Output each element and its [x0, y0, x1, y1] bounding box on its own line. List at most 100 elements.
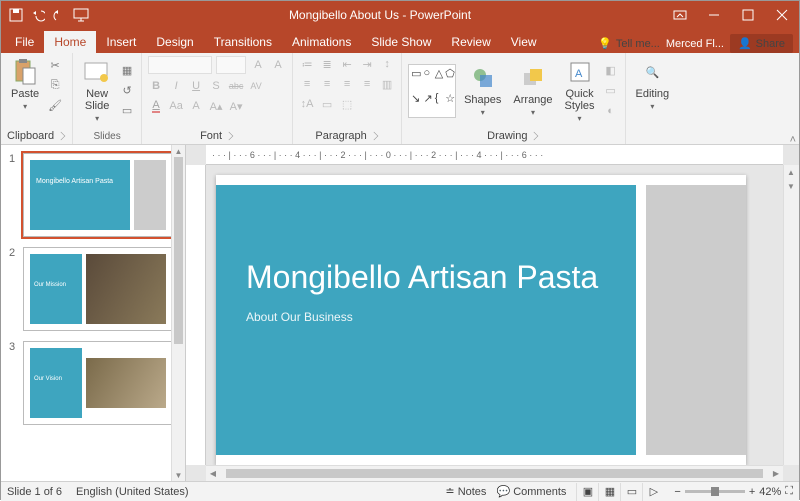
language-status[interactable]: English (United States): [76, 486, 189, 498]
fit-to-window-icon[interactable]: ⛶: [785, 485, 793, 498]
undo-icon[interactable]: [31, 8, 45, 22]
slideshow-view-icon[interactable]: ▷: [642, 483, 664, 501]
tab-design[interactable]: Design: [146, 31, 203, 53]
dialog-launcher-icon[interactable]: [57, 132, 65, 140]
bullets-icon: ≔: [299, 56, 315, 72]
scroll-left-icon[interactable]: ◀: [206, 466, 220, 480]
view-buttons: ▣ ▦ ▭ ▷: [576, 483, 664, 501]
clipboard-icon: [11, 58, 39, 86]
dialog-launcher-icon[interactable]: [530, 132, 538, 140]
format-painter-icon[interactable]: 🖌: [47, 97, 63, 113]
shapes-gallery[interactable]: ▭○△⬠↘↗{☆: [408, 64, 456, 118]
normal-view-icon[interactable]: ▣: [576, 483, 598, 501]
quick-access-toolbar: [1, 8, 97, 22]
tab-transitions[interactable]: Transitions: [204, 31, 282, 53]
zoom-level[interactable]: 42%: [759, 486, 781, 498]
save-icon[interactable]: [9, 8, 23, 22]
section-icon[interactable]: ▭: [119, 103, 135, 119]
smartart-icon: ⬚: [339, 96, 355, 112]
justify-icon: ≡: [359, 76, 375, 92]
change-case-icon: Aa: [168, 98, 184, 114]
copy-icon[interactable]: ⎘: [47, 77, 63, 93]
status-bar: Slide 1 of 6 English (United States) ≐ N…: [1, 481, 799, 501]
account-name[interactable]: Merced Fl...: [666, 38, 724, 50]
zoom-slider[interactable]: [685, 490, 745, 493]
zoom-in-button[interactable]: +: [749, 486, 755, 498]
new-slide-icon: [83, 58, 111, 86]
align-text-icon: ▭: [319, 96, 335, 112]
reading-view-icon[interactable]: ▭: [620, 483, 642, 501]
thumbnail-scrollbar[interactable]: ▲ ▼: [171, 145, 185, 481]
shadow-button: S: [208, 78, 224, 94]
start-slideshow-icon[interactable]: [73, 8, 89, 22]
horizontal-ruler: · · · | · · · 6 · · · | · · · 4 · · · | …: [206, 145, 783, 165]
slide-canvas-area: · · · | · · · 6 · · · | · · · 4 · · · | …: [186, 145, 799, 481]
scrollbar-handle[interactable]: [174, 157, 183, 344]
ribbon-options-icon[interactable]: [663, 1, 697, 29]
minimize-icon[interactable]: [697, 1, 731, 29]
paste-button[interactable]: Paste▾: [7, 56, 43, 114]
tab-review[interactable]: Review: [441, 31, 500, 53]
reset-icon[interactable]: ↺: [119, 83, 135, 99]
scroll-up-icon[interactable]: ▲: [784, 165, 798, 179]
dialog-launcher-icon[interactable]: [225, 132, 233, 140]
align-center-icon: ≡: [319, 76, 335, 92]
lightbulb-icon: 💡: [598, 37, 612, 50]
italic-button: I: [168, 78, 184, 94]
tab-animations[interactable]: Animations: [282, 31, 361, 53]
slide-subtitle[interactable]: About Our Business: [246, 310, 606, 324]
zoom-out-button[interactable]: −: [674, 486, 680, 498]
shape-effects-icon: ◐: [603, 103, 619, 119]
layout-icon[interactable]: ▦: [119, 63, 135, 79]
line-spacing-icon: ↕: [379, 56, 395, 72]
tell-me[interactable]: 💡Tell me...: [598, 37, 660, 50]
slide-counter[interactable]: Slide 1 of 6: [7, 486, 62, 498]
tab-insert[interactable]: Insert: [96, 31, 146, 53]
group-slides: New Slide ▾ ▦ ↺ ▭ Slides: [73, 53, 142, 144]
share-button[interactable]: 👤Share: [730, 34, 793, 53]
align-left-icon: ≡: [299, 76, 315, 92]
horizontal-scrollbar[interactable]: ◀ ▶: [206, 465, 783, 481]
scroll-right-icon[interactable]: ▶: [769, 466, 783, 480]
tab-view[interactable]: View: [501, 31, 547, 53]
ribbon: Paste▾ ✂ ⎘ 🖌 Clipboard New Slide ▾ ▦ ↺ ▭…: [1, 53, 799, 145]
comments-button[interactable]: 💬 Comments: [496, 485, 566, 498]
close-icon[interactable]: [765, 1, 799, 29]
redo-icon[interactable]: [53, 9, 65, 21]
scroll-up-icon[interactable]: ▲: [172, 145, 185, 157]
scroll-down-icon[interactable]: ▼: [172, 469, 185, 481]
workspace: 1 Mongibello Artisan Pasta 2 Our Mission…: [1, 145, 799, 481]
tab-slideshow[interactable]: Slide Show: [361, 31, 441, 53]
scrollbar-handle[interactable]: [226, 469, 763, 478]
tab-home[interactable]: Home: [44, 31, 96, 53]
title-block[interactable]: Mongibello Artisan Pasta About Our Busin…: [216, 185, 636, 455]
font-size-select[interactable]: [216, 56, 246, 74]
title-bar: Mongibello About Us - PowerPoint: [1, 1, 799, 29]
thumbnail-1[interactable]: 1 Mongibello Artisan Pasta: [9, 153, 181, 237]
new-slide-button[interactable]: New Slide ▾: [79, 56, 115, 125]
sorter-view-icon[interactable]: ▦: [598, 483, 620, 501]
scroll-down-icon[interactable]: ▼: [784, 179, 798, 193]
dialog-launcher-icon[interactable]: [370, 132, 378, 140]
slide-canvas[interactable]: Mongibello Artisan Pasta About Our Busin…: [216, 175, 746, 465]
notes-button[interactable]: ≐ Notes: [445, 485, 486, 498]
window-buttons: [663, 1, 799, 29]
tab-file[interactable]: File: [5, 31, 44, 53]
group-font: A A B I U S abc AV A Aa A A▴ A▾ Font: [142, 53, 293, 144]
group-label: Font: [200, 130, 222, 142]
shapes-button[interactable]: Shapes▾: [460, 62, 505, 119]
vertical-scrollbar[interactable]: ▲ ▼: [783, 165, 799, 465]
thumbnail-2[interactable]: 2 Our Mission: [9, 247, 181, 331]
cut-icon[interactable]: ✂: [47, 57, 63, 73]
font-family-select[interactable]: [148, 56, 212, 74]
slide-title[interactable]: Mongibello Artisan Pasta: [246, 259, 606, 296]
clear-formatting-icon: A: [188, 98, 204, 114]
group-clipboard: Paste▾ ✂ ⎘ 🖌 Clipboard: [1, 53, 73, 144]
editing-button[interactable]: 🔍 Editing▾: [632, 56, 674, 113]
arrange-button[interactable]: Arrange▾: [509, 62, 556, 119]
thumbnail-3[interactable]: 3 Our Vision: [9, 341, 181, 425]
window-title: Mongibello About Us - PowerPoint: [97, 8, 663, 22]
quick-styles-button[interactable]: AQuick Styles▾: [561, 56, 599, 125]
image-placeholder[interactable]: [646, 185, 746, 455]
maximize-icon[interactable]: [731, 1, 765, 29]
